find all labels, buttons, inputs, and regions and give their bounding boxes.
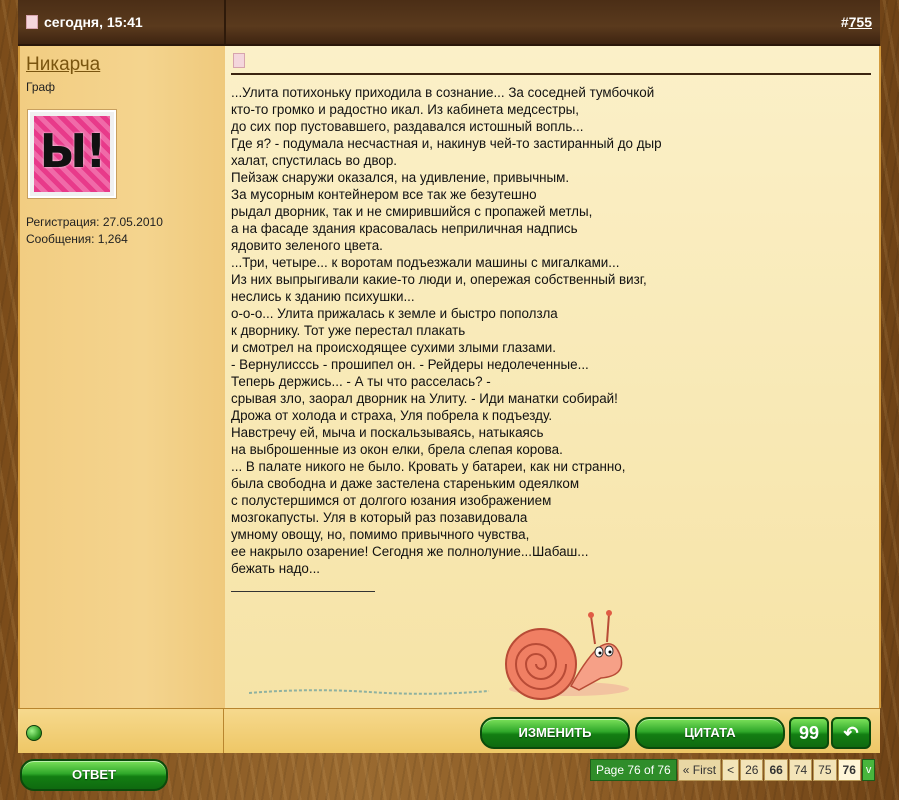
snail-image [249, 610, 629, 700]
post-number-prefix: # [840, 14, 849, 30]
message-line: на выброшенные из окон елки, брела слепа… [231, 442, 563, 457]
multiquote-icon[interactable]: 99 [789, 717, 829, 749]
post-date-text: сегодня, 15:41 [44, 14, 143, 30]
username-link[interactable]: Никарча [26, 54, 100, 76]
message-line: умному овощу, но, помимо привычного чувс… [231, 527, 530, 542]
chevron-down-icon[interactable]: v [861, 759, 876, 781]
first-page-link[interactable]: « First [677, 759, 722, 781]
message-line: была свободна и даже застелена стареньки… [231, 476, 580, 491]
quote-button[interactable]: ЦИТАТА [635, 717, 785, 749]
prev-page-link[interactable]: < [722, 759, 740, 781]
message-line: а на фасаде здания красовалась неприличн… [231, 221, 578, 236]
message-line: ... В палате никого не было. Кровать у б… [231, 459, 626, 474]
message-line: бежать надо... [231, 561, 321, 576]
page-link-74[interactable]: 74 [788, 759, 813, 781]
message-line: - Вернулисссь - прошипел он. - Рейдеры н… [231, 357, 589, 372]
message-line: За мусорным контейнером все так же безут… [231, 187, 537, 202]
post-date: сегодня, 15:41 [26, 14, 143, 30]
post-footer: ИЗМЕНИТЬ ЦИТАТА 99 ↶ [18, 708, 880, 753]
page-link-75[interactable]: 75 [813, 759, 837, 781]
message-line: Навстречу ей, мыча и поскальзываясь, нат… [231, 425, 544, 440]
post-status-icon [26, 15, 38, 29]
avatar[interactable]: Ы! [28, 110, 116, 198]
avatar-image: Ы! [34, 116, 110, 192]
message-line: Дрожа от холода и страха, Уля побрела к … [231, 408, 553, 423]
page-navigation: Page 76 of 76 « First < 26 66 74 75 76 v [590, 759, 876, 781]
message-line: с полустершимся от долгого юзания изобра… [231, 493, 552, 508]
avatar-text: Ы! [39, 124, 107, 178]
post-icon [233, 53, 245, 68]
message-line: халат, спустилась во двор. [231, 153, 398, 168]
message-line: рыдал дворник, так и не смирившийся с пр… [231, 204, 593, 219]
quick-reply-icon[interactable]: ↶ [831, 717, 871, 749]
message-line: срывая зло, заорал дворник на Улиту. - И… [231, 391, 618, 406]
message-line: к дворнику. Тот уже перестал плакать [231, 323, 466, 338]
message-line: Где я? - подумала несчастная и, накинув … [231, 136, 662, 151]
message-line: неслись к зданию психушки... [231, 289, 415, 304]
message-count: Сообщения: 1,264 [26, 232, 128, 246]
message-line: Из них выпрыгивали какие-то люди и, опер… [231, 272, 647, 287]
registration-date: Регистрация: 27.05.2010 [26, 215, 163, 229]
edit-button[interactable]: ИЗМЕНИТЬ [480, 717, 630, 749]
message-line: ...Улита потихоньку приходила в сознание… [231, 85, 655, 100]
user-stats: Регистрация: 27.05.2010 Сообщения: 1,264 [26, 214, 163, 248]
message-line: кто-то громко и радостно икал. Из кабине… [231, 102, 580, 117]
message-line: ...Три, четыре... к воротам подъезжали м… [231, 255, 620, 270]
message-line: Теперь держись... - А ты что расселась? … [231, 374, 491, 389]
post-title-divider [231, 73, 871, 75]
message-line: мозгокапусты. Уля в который раз позавидо… [231, 510, 528, 525]
message-line: ее накрыло озарение! Сегодня же полнолун… [231, 544, 589, 559]
post-header: сегодня, 15:41 #755 [18, 0, 880, 46]
user-info-panel: Никарча Граф Ы! Регистрация: 27.05.2010 … [18, 46, 227, 708]
page-link-26[interactable]: 26 [740, 759, 764, 781]
header-divider [224, 0, 226, 44]
post-number-link[interactable]: 755 [849, 14, 872, 30]
reply-button[interactable]: ОТВЕТ [20, 759, 168, 791]
online-status-icon [26, 725, 42, 741]
message-line: до сих пор пустовавшего, раздавался исто… [231, 119, 584, 134]
post-message: ...Улита потихоньку приходила в сознание… [231, 84, 871, 577]
footer-divider [223, 709, 224, 753]
page-count-label: Page 76 of 76 [590, 759, 677, 781]
page-link-66[interactable]: 66 [764, 759, 788, 781]
message-line: ядовито зеленого цвета. [231, 238, 383, 253]
message-line: и смотрел на происходящее сухими злыми г… [231, 340, 556, 355]
post-content: ...Улита потихоньку приходила в сознание… [225, 46, 881, 708]
message-line: Пейзаж снаружи оказался, на удивление, п… [231, 170, 570, 185]
post-number: #755 [841, 14, 872, 30]
message-line: о-о-о... Улита прижалась к земле и быстр… [231, 306, 558, 321]
user-title: Граф [26, 80, 56, 94]
current-page: 76 [837, 759, 861, 781]
signature-divider [231, 591, 375, 592]
